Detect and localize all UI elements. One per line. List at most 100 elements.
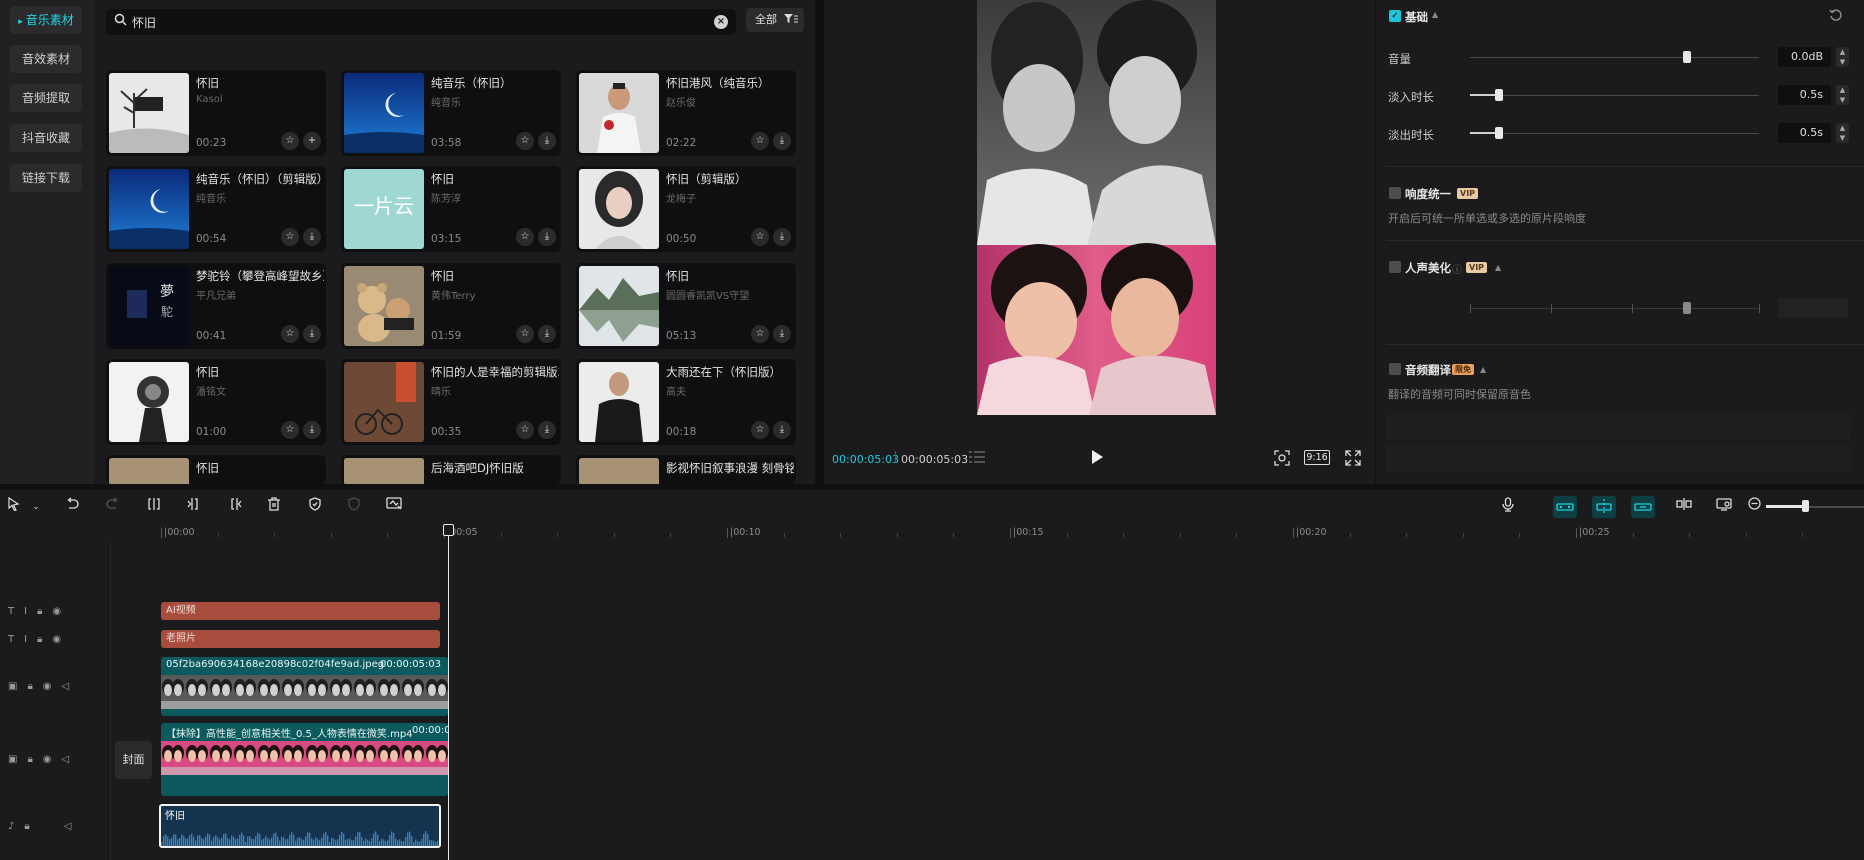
auto-snap-icon[interactable] (1592, 496, 1616, 518)
music-card[interactable]: 一片云 怀旧 陈芳淳 03:15 ☆ ⤓ (341, 166, 561, 252)
music-card[interactable]: 夢駝梦驼铃（攀登高峰望故乡） 平凡兄弟 00:41 ☆ ⤓ (106, 263, 326, 349)
loudness-checkbox[interactable] (1389, 187, 1401, 199)
favorite-star-icon[interactable]: ☆ (751, 132, 769, 150)
favorite-star-icon[interactable]: ☆ (751, 421, 769, 439)
fade-in-stepper[interactable]: ▲ ▼ (1836, 85, 1849, 105)
filter-button[interactable]: 全部 (746, 8, 804, 32)
volume-value-field[interactable]: 0.0dB (1778, 47, 1831, 67)
download-icon[interactable]: ⤓ (538, 421, 556, 439)
nav-link-download[interactable]: 链接下载 (10, 164, 82, 192)
eye-icon[interactable]: ◉ (43, 681, 62, 692)
eye-icon[interactable]: ◉ (52, 634, 71, 645)
nav-music-material[interactable]: 音乐素材 (10, 6, 82, 34)
split-right-icon[interactable] (225, 497, 245, 517)
fade-out-slider[interactable] (1470, 133, 1759, 134)
video-clip-photo[interactable]: 05f2ba690634168e20898c02f04fe9ad.jpeg 00… (161, 657, 448, 716)
search-input[interactable]: 怀旧 × (106, 9, 736, 35)
split-icon[interactable] (144, 497, 164, 517)
music-card[interactable]: 纯音乐（怀旧）（剪辑版） 纯音乐 00:54 ☆ ⤓ (106, 166, 326, 252)
lock-icon[interactable]: 🔒︎ (27, 754, 42, 765)
favorite-star-icon[interactable]: ☆ (751, 228, 769, 246)
playhead[interactable] (448, 524, 449, 860)
fade-in-slider-knob[interactable] (1494, 89, 1503, 101)
favorite-star-icon[interactable]: ☆ (516, 325, 534, 343)
main-track-magnet-icon[interactable] (1553, 496, 1577, 518)
split-left-icon[interactable] (184, 497, 204, 517)
eye-icon[interactable]: ◉ (43, 754, 62, 765)
undo-icon[interactable] (62, 497, 82, 517)
preview-axis-icon[interactable] (1674, 497, 1694, 517)
fade-in-value-field[interactable]: 0.5s (1778, 85, 1831, 105)
text-clip-old-photo[interactable]: 老照片 (161, 630, 440, 648)
voice-beautify-knob[interactable] (1682, 302, 1691, 314)
fade-in-slider[interactable] (1470, 95, 1759, 96)
fullscreen-icon[interactable] (1345, 450, 1361, 466)
clear-search-icon[interactable]: × (714, 15, 728, 29)
favorite-star-icon[interactable]: ☆ (516, 228, 534, 246)
select-cursor-icon[interactable] (4, 496, 24, 517)
cover-button[interactable]: 封面 (115, 741, 152, 779)
lock-icon[interactable]: 🔒︎ (24, 821, 39, 832)
zoom-out-icon[interactable] (1744, 497, 1764, 517)
text-clip-ai-video[interactable]: AI视频 (161, 602, 440, 620)
zoom-fit-icon[interactable] (1274, 450, 1290, 466)
favorite-star-icon[interactable]: ☆ (516, 132, 534, 150)
music-card[interactable]: 怀旧的人是幸福的剪辑版3 晴乐 00:35 ☆ ⤓ (341, 359, 561, 445)
download-icon[interactable]: ⤓ (303, 325, 321, 343)
music-card[interactable]: 怀旧 (106, 455, 326, 484)
redo-icon[interactable] (103, 497, 123, 517)
download-icon[interactable]: ⤓ (773, 325, 791, 343)
audio-clip[interactable]: 怀旧 (159, 804, 441, 848)
download-icon[interactable]: ⤓ (538, 325, 556, 343)
speaker-icon[interactable]: ◁ (62, 681, 80, 692)
info-icon[interactable]: ⓘ (1452, 261, 1462, 276)
music-card[interactable]: 怀旧 圆圆睿凯凯VS守望 05:13 ☆ ⤓ (576, 263, 796, 349)
download-icon[interactable]: ⤓ (773, 228, 791, 246)
speaker-icon[interactable]: ◁ (64, 821, 82, 832)
linkage-icon[interactable] (1631, 496, 1655, 518)
download-icon[interactable]: ⤓ (303, 421, 321, 439)
play-icon[interactable] (1090, 449, 1104, 465)
volume-slider-knob[interactable] (1682, 51, 1691, 63)
screen-settings-icon[interactable] (1714, 497, 1734, 517)
zoom-slider-knob[interactable] (1802, 500, 1810, 512)
speaker-icon[interactable]: ◁ (62, 754, 80, 765)
download-icon[interactable]: ⤓ (303, 228, 321, 246)
collapse-caret-icon[interactable]: ▲ (1495, 263, 1501, 272)
collapse-caret-icon[interactable]: ▲ (1480, 365, 1486, 374)
download-icon[interactable]: ⤓ (538, 132, 556, 150)
collapse-caret-icon[interactable]: ▲ (1432, 10, 1438, 19)
aspect-ratio-button[interactable]: 9:16 (1304, 450, 1330, 465)
music-card[interactable]: 纯音乐（怀旧） 纯音乐 03:58 ☆ ⤓ (341, 70, 561, 156)
lock-icon[interactable]: 🔒︎ (27, 681, 42, 692)
music-card[interactable]: 后海酒吧DJ怀旧版 (341, 455, 561, 484)
lock-icon[interactable]: 🔒︎ (37, 606, 52, 617)
chevron-down-icon[interactable]: ⌄ (26, 497, 46, 517)
crop-frame-icon[interactable] (384, 497, 404, 517)
reset-icon[interactable] (1829, 8, 1843, 22)
music-card[interactable]: 怀旧港风（纯音乐） 赵乐俊 02:22 ☆ ⤓ (576, 70, 796, 156)
download-icon[interactable]: ⤓ (773, 421, 791, 439)
list-icon[interactable] (969, 449, 985, 465)
voice-beautify-slider[interactable] (1470, 308, 1759, 309)
favorite-star-icon[interactable]: ☆ (516, 421, 534, 439)
add-to-track-icon[interactable]: + (303, 132, 321, 150)
voice-beautify-checkbox[interactable] (1389, 261, 1401, 273)
playhead-handle[interactable] (443, 524, 454, 536)
music-card[interactable]: 怀旧（剪辑版） 龙梅子 00:50 ☆ ⤓ (576, 166, 796, 252)
microphone-icon[interactable] (1498, 497, 1518, 517)
download-icon[interactable]: ⤓ (538, 228, 556, 246)
delete-icon[interactable] (264, 497, 284, 517)
music-card[interactable]: 怀旧 黄伟Terry 01:59 ☆ ⤓ (341, 263, 561, 349)
shield-icon[interactable] (305, 497, 325, 517)
music-card[interactable]: 影视怀旧叙事浪漫 刻骨铭 (576, 455, 796, 484)
fade-out-stepper[interactable]: ▲ ▼ (1836, 123, 1849, 143)
lock-icon[interactable]: 🔒︎ (37, 634, 52, 645)
music-card[interactable]: 怀旧 Kasol 00:23 ☆ + (106, 70, 326, 156)
favorite-star-icon[interactable]: ☆ (751, 325, 769, 343)
favorite-star-icon[interactable]: ☆ (281, 421, 299, 439)
music-card[interactable]: 大雨还在下（怀旧版） 高夫 00:18 ☆ ⤓ (576, 359, 796, 445)
nav-douyin-favorites[interactable]: 抖音收藏 (10, 124, 82, 152)
fade-out-value-field[interactable]: 0.5s (1778, 123, 1831, 143)
nav-sound-effects[interactable]: 音效素材 (10, 45, 82, 73)
